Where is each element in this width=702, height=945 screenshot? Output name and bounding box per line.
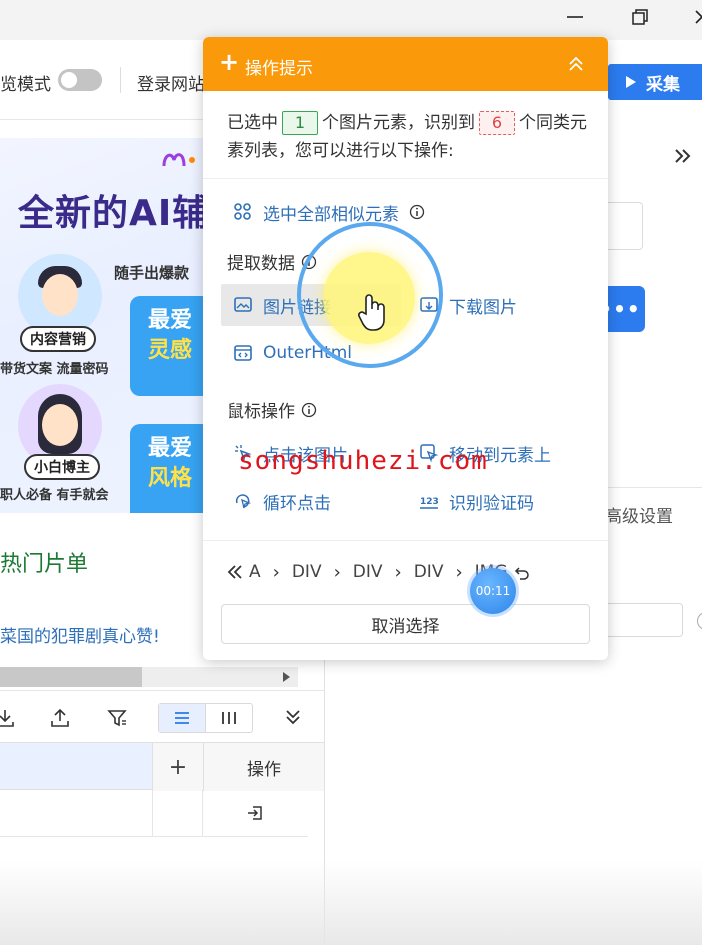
role-desc-blogger: 职人必备 有手就会 bbox=[0, 488, 109, 503]
maximize-icon bbox=[632, 9, 648, 25]
close-button[interactable] bbox=[682, 4, 702, 30]
download-image-label: 下载图片 bbox=[449, 297, 517, 318]
svg-text:123: 123 bbox=[420, 497, 439, 507]
popup-title: 操作提示 bbox=[245, 59, 313, 79]
info-mid: 个图片元素，识别到 bbox=[322, 113, 475, 133]
element-path-breadcrumb: A › DIV › DIV › DIV › IMG bbox=[227, 558, 587, 586]
love-card-2: 最爱 风格 bbox=[130, 424, 205, 513]
table-toolbar bbox=[0, 690, 324, 742]
similar-count-badge: 6 bbox=[479, 111, 515, 135]
collapse-icon[interactable] bbox=[567, 55, 585, 73]
collect-label: 采集 bbox=[646, 74, 680, 95]
double-chevron-left-icon[interactable] bbox=[227, 564, 243, 580]
selected-count-badge: 1 bbox=[282, 111, 318, 135]
toolbar-divider bbox=[120, 67, 121, 93]
horizontal-scrollbar[interactable] bbox=[0, 667, 298, 687]
column-view-icon bbox=[222, 712, 236, 724]
table-row bbox=[0, 790, 308, 837]
double-chevron-right-icon[interactable] bbox=[673, 146, 693, 166]
table-cell bbox=[152, 790, 203, 836]
download-icon[interactable] bbox=[0, 707, 16, 729]
popup-header: + 操作提示 bbox=[203, 37, 608, 91]
love-card-1: 最爱 灵感 bbox=[130, 296, 205, 396]
toggle-knob bbox=[61, 72, 77, 88]
mouse-action-section: 鼠标操作 bbox=[227, 397, 317, 422]
info-icon[interactable] bbox=[409, 204, 425, 220]
close-icon bbox=[695, 10, 702, 24]
grid-icon bbox=[234, 203, 251, 220]
undo-icon[interactable] bbox=[514, 564, 530, 580]
preview-title: 全新的AI辅 bbox=[18, 193, 205, 234]
browse-mode-label: 览模式 bbox=[0, 75, 51, 95]
hot-list-heading: 热门片单 bbox=[0, 552, 89, 577]
help-icon[interactable] bbox=[697, 612, 702, 630]
avatar-face bbox=[42, 274, 78, 316]
recognize-captcha-button[interactable]: 123 识别验证码 bbox=[419, 481, 534, 521]
love-card-line: 最爱 bbox=[148, 436, 193, 461]
enter-icon[interactable] bbox=[246, 804, 264, 822]
extract-data-label: 提取数据 bbox=[227, 254, 295, 274]
divider bbox=[203, 178, 608, 179]
hand-pointer-icon bbox=[358, 294, 385, 331]
minimize-button[interactable] bbox=[555, 4, 595, 30]
scrollbar-thumb[interactable] bbox=[0, 667, 142, 687]
view-switch bbox=[158, 703, 253, 733]
column-view-button[interactable] bbox=[205, 704, 252, 732]
path-crumb[interactable]: DIV bbox=[292, 562, 322, 582]
double-chevron-down-icon[interactable] bbox=[284, 708, 302, 726]
drama-link[interactable]: 菜国的犯罪剧真心赞! bbox=[0, 622, 160, 647]
love-card-accent: 风格 bbox=[148, 466, 193, 491]
cancel-selection-button[interactable]: 取消选择 bbox=[221, 604, 590, 644]
select-all-label: 选中全部相似元素 bbox=[263, 204, 399, 225]
timer-badge: 00:11 bbox=[470, 568, 516, 614]
maximize-button[interactable] bbox=[620, 4, 660, 30]
window-titlebar bbox=[0, 0, 702, 40]
brand-logo-icon bbox=[162, 153, 195, 167]
divider bbox=[203, 540, 608, 541]
selection-info: 已选中 1 个图片元素，识别到 6 个同类元素列表，您可以进行以下操作: bbox=[227, 109, 587, 165]
preview-subtitle: 随手出爆款 bbox=[114, 264, 190, 282]
avatar-face bbox=[42, 404, 78, 446]
operations-header: 操作 bbox=[203, 743, 324, 791]
filter-icon[interactable] bbox=[106, 707, 128, 729]
path-crumb[interactable]: DIV bbox=[414, 562, 444, 582]
tab-advanced-settings[interactable]: 高级设置 bbox=[605, 502, 673, 527]
watermark: songshuhezi.com bbox=[238, 446, 488, 476]
collect-button[interactable]: 采集 bbox=[608, 64, 702, 100]
info-icon[interactable] bbox=[301, 402, 317, 418]
love-card-line: 最爱 bbox=[148, 308, 193, 333]
image-link-icon bbox=[234, 297, 252, 312]
path-crumb[interactable]: DIV bbox=[353, 562, 383, 582]
role-desc-marketing: 带货文案 流量密码 bbox=[0, 362, 109, 377]
minimize-icon bbox=[567, 16, 583, 18]
chevron-right-icon: › bbox=[394, 561, 402, 583]
role-tag-blogger: 小白博主 bbox=[24, 454, 100, 480]
scroll-right-icon[interactable] bbox=[283, 672, 290, 682]
role-tag-marketing: 内容营销 bbox=[20, 326, 96, 352]
love-card-accent: 灵感 bbox=[148, 338, 193, 363]
loop-click-button[interactable]: 循环点击 bbox=[233, 481, 331, 521]
code-icon bbox=[234, 345, 252, 361]
list-view-button[interactable] bbox=[159, 704, 205, 732]
add-column-button[interactable]: + bbox=[152, 743, 203, 791]
plus-icon: + bbox=[219, 48, 240, 76]
list-view-icon bbox=[175, 712, 189, 724]
loop-click-icon bbox=[235, 494, 252, 509]
info-prefix: 已选中 bbox=[227, 113, 278, 133]
page-preview-image[interactable]: 全新的AI辅 随手出爆款 内容营销 带货文案 流量密码 小白博主 职人必备 有手… bbox=[0, 138, 205, 513]
mouse-action-label: 鼠标操作 bbox=[227, 402, 295, 422]
captcha-icon: 123 bbox=[420, 497, 439, 509]
upload-icon[interactable] bbox=[49, 707, 71, 729]
chevron-right-icon: › bbox=[272, 561, 280, 583]
chevron-right-icon: › bbox=[333, 561, 341, 583]
chevron-right-icon: › bbox=[455, 561, 463, 583]
loop-click-label: 循环点击 bbox=[263, 493, 331, 514]
recognize-captcha-label: 识别验证码 bbox=[449, 493, 534, 514]
login-website-button[interactable]: 登录网站 bbox=[137, 70, 205, 95]
table-header: + 操作 bbox=[0, 742, 324, 791]
path-crumb[interactable]: A bbox=[249, 562, 261, 582]
browse-mode-toggle[interactable] bbox=[58, 69, 102, 91]
play-icon bbox=[626, 76, 636, 88]
